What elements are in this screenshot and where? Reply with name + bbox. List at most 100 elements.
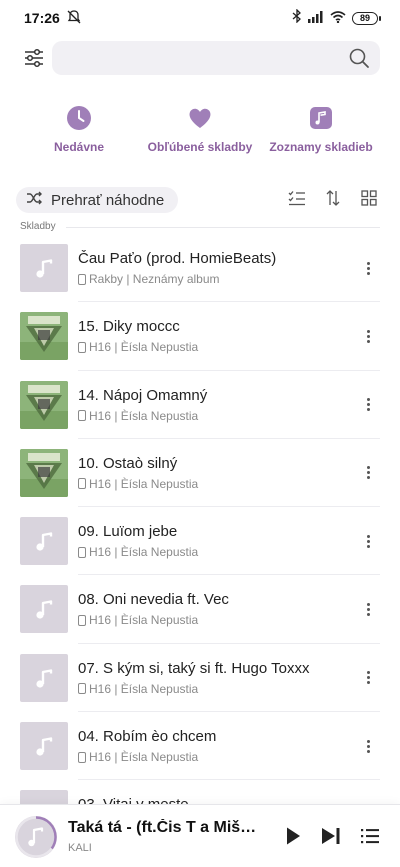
next-track-icon[interactable] <box>319 824 343 848</box>
track-title: 10. Ostaò silný <box>78 454 178 472</box>
signal-icon <box>308 10 324 28</box>
local-file-icon <box>78 273 86 285</box>
local-file-icon <box>78 341 86 353</box>
track-title: 09. Luïom jebe <box>78 523 178 541</box>
track-meta: H16 | Èísla Nepustia <box>78 682 198 696</box>
more-options-icon[interactable] <box>360 666 376 690</box>
track-row[interactable]: 14. Nápoj Omamný H16 | Èísla Nepustia <box>0 371 400 439</box>
track-artist-album: H16 | Èísla Nepustia <box>89 681 199 696</box>
favorites-label: Obľúbené skladby <box>147 140 253 154</box>
shuffle-icon <box>26 191 42 210</box>
track-title: 03. Vitaj v meste <box>78 796 338 804</box>
track-meta: H16 | Èísla Nepustia <box>78 477 198 491</box>
multi-select-icon[interactable] <box>288 189 306 207</box>
track-title: 15. Diky moccc <box>78 318 180 336</box>
playlist-note-icon <box>308 105 334 131</box>
track-artist-album: H16 | Èísla Nepustia <box>89 476 199 491</box>
sort-icon[interactable] <box>324 189 342 207</box>
now-playing-artist: KALI <box>68 842 92 854</box>
mini-player[interactable]: Taká tá - (ft.Čis T a Miš… KALI <box>0 804 400 867</box>
track-title: 08. Oni nevedia ft. Vec <box>78 591 229 609</box>
search-input[interactable] <box>64 41 334 75</box>
list-tools <box>288 189 378 207</box>
music-note-icon <box>20 517 68 566</box>
recent-label: Nedávne <box>53 140 105 154</box>
status-time: 17:26 <box>24 10 60 26</box>
album-cover <box>20 312 68 361</box>
bluetooth-icon <box>292 8 302 28</box>
track-row[interactable]: 04. Robím èo chcem H16 | Èísla Nepustia <box>0 712 400 781</box>
track-artist-album: Rakby | Neznámy album <box>89 272 220 286</box>
status-icons: 89 <box>292 8 381 28</box>
local-file-icon <box>78 751 86 763</box>
track-meta: H16 | Èísla Nepustia <box>78 545 198 559</box>
track-row[interactable]: 03. Vitaj v mesteH16 | Èísla Nepustia <box>0 780 400 804</box>
track-meta: Rakby | Neznámy album <box>78 272 220 286</box>
play-icon[interactable] <box>281 824 305 848</box>
equalizer-settings-button[interactable] <box>20 44 48 72</box>
more-options-icon[interactable] <box>360 597 376 621</box>
local-file-icon <box>78 683 86 695</box>
more-options-icon[interactable] <box>360 734 376 758</box>
more-options-icon[interactable] <box>360 324 376 348</box>
track-title: Čau Paťo (prod. HomieBeats) <box>78 250 277 267</box>
music-note-icon <box>20 585 68 634</box>
status-bar: 17:26 89 <box>0 0 400 36</box>
album-cover <box>20 448 68 497</box>
recent-shortcut[interactable]: Nedávne <box>19 105 139 154</box>
track-meta: H16 | Èísla Nepustia <box>78 340 198 354</box>
local-file-icon <box>78 410 86 422</box>
track-row[interactable]: 15. Diky moccc H16 | Èísla Nepustia <box>0 302 400 371</box>
shuffle-play-button[interactable]: Prehrať náhodne <box>16 187 179 213</box>
track-artist-album: H16 | Èísla Nepustia <box>89 613 199 628</box>
search-icon[interactable] <box>348 47 370 69</box>
music-note-icon <box>20 653 68 702</box>
track-artist-album: H16 | Èísla Nepustia <box>89 340 199 355</box>
battery-indicator: 89 <box>352 12 381 25</box>
notifications-off-icon <box>66 9 82 25</box>
now-playing-title[interactable]: Taká tá - (ft.Čis T a Miš… <box>68 819 263 837</box>
music-note-icon <box>20 790 68 804</box>
track-meta: H16 | Èísla Nepustia <box>78 409 198 423</box>
local-file-icon <box>78 614 86 626</box>
track-meta: H16 | Èísla Nepustia <box>78 750 198 764</box>
track-title: 07. S kým si, taký si ft. Hugo Toxxx <box>78 659 310 677</box>
favorites-shortcut[interactable]: Obľúbené skladby <box>140 105 260 154</box>
track-meta: H16 | Èísla Nepustia <box>78 613 198 627</box>
track-title: 14. Nápoj Omamný <box>78 386 208 404</box>
playlists-shortcut[interactable]: Zoznamy skladieb <box>261 105 381 154</box>
track-artist-album: H16 | Èísla Nepustia <box>89 545 199 560</box>
track-title: 04. Robím èo chcem <box>78 728 217 746</box>
track-artist-album: H16 | Èísla Nepustia <box>89 408 199 423</box>
track-row[interactable]: 10. Ostaò silný H16 | Èísla Nepustia <box>0 439 400 508</box>
queue-icon[interactable] <box>358 824 382 848</box>
track-row[interactable]: 09. Luïom jebe H16 | Èísla Nepustia <box>0 507 400 576</box>
sliders-icon <box>25 48 43 68</box>
wifi-icon <box>330 10 346 28</box>
track-row[interactable]: 08. Oni nevedia ft. Vec H16 | Èísla Nepus… <box>0 575 400 644</box>
section-label-tracks: Skladby <box>20 221 56 232</box>
quick-access-row: Nedávne Obľúbené skladby Zoznamy skladie… <box>0 105 400 165</box>
grid-view-icon[interactable] <box>360 189 378 207</box>
top-bar <box>0 38 400 78</box>
music-note-icon <box>20 722 68 771</box>
playlists-label: Zoznamy skladieb <box>269 140 373 154</box>
local-file-icon <box>78 478 86 490</box>
album-cover <box>20 380 68 429</box>
track-artist-album: H16 | Èísla Nepustia <box>89 750 199 765</box>
track-row[interactable]: 07. S kým si, taký si ft. Hugo Toxxx H16 … <box>0 644 400 713</box>
clock-icon <box>66 105 92 131</box>
shuffle-label: Prehrať náhodne <box>51 191 165 209</box>
local-file-icon <box>78 546 86 558</box>
heart-icon <box>187 105 213 131</box>
section-divider <box>66 227 380 228</box>
more-options-icon[interactable] <box>360 461 376 485</box>
now-playing-artwork[interactable] <box>14 815 58 859</box>
more-options-icon[interactable] <box>360 256 376 280</box>
track-list[interactable]: Čau Paťo (prod. HomieBeats) Rakby | Nezná… <box>0 234 400 804</box>
more-options-icon[interactable] <box>360 393 376 417</box>
track-row[interactable]: Čau Paťo (prod. HomieBeats) Rakby | Nezná… <box>0 234 400 303</box>
search-bar[interactable] <box>52 41 380 75</box>
more-options-icon[interactable] <box>360 529 376 553</box>
music-note-icon <box>20 244 68 292</box>
